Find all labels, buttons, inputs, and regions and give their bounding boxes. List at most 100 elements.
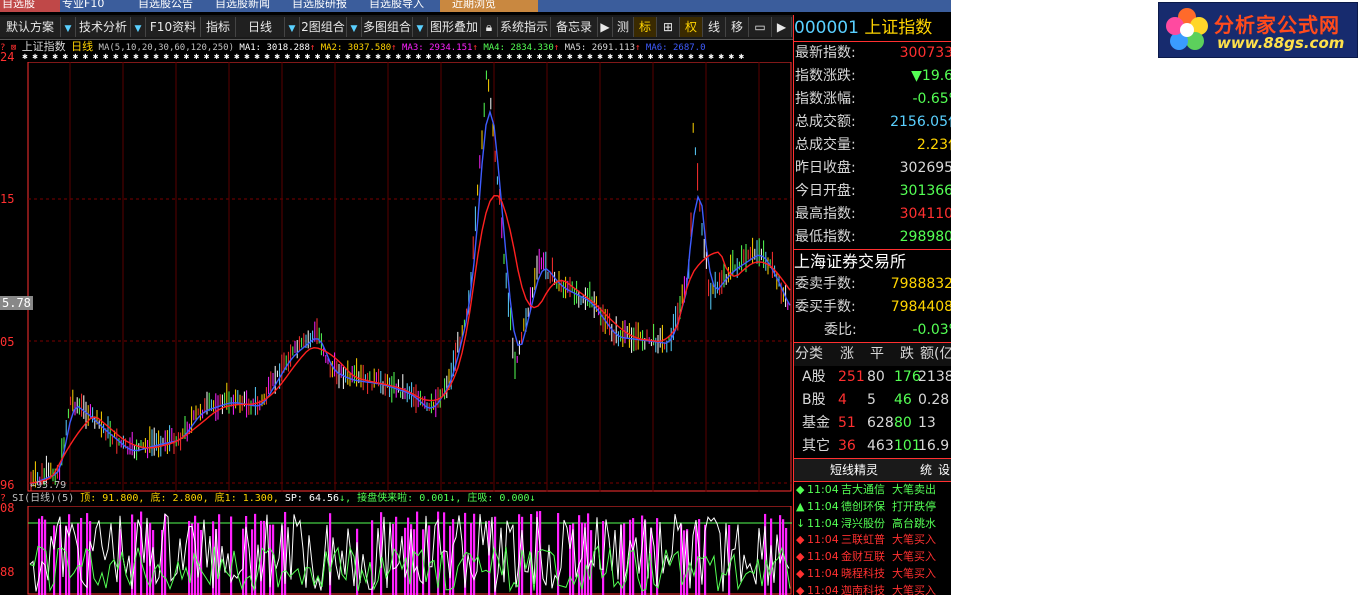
indicator-chart[interactable] — [0, 506, 792, 595]
alert-row[interactable]: ↓ 11:04 浔兴股份 高台跳水 — [794, 516, 951, 533]
quote-row-latest: 最新指数: 3007336 — [794, 42, 951, 65]
order-label: 委卖手数: — [795, 276, 856, 292]
quote-row-prev-close: 昨日收盘: 3026955 — [794, 157, 951, 180]
play-button[interactable]: ▶ — [598, 17, 613, 37]
alert-stock: 金财互联 — [841, 550, 885, 564]
category-flat: 463 — [867, 438, 894, 454]
tab-favorites-import[interactable]: 自选股导入 — [369, 0, 424, 12]
alert-event: 大笔买入 — [892, 533, 936, 547]
alert-stock: 浔兴股份 — [841, 516, 885, 530]
indicator-bar — [218, 514, 221, 595]
label: 指标 — [205, 20, 230, 34]
mark-button[interactable]: 标 — [634, 17, 657, 37]
ma6-value: MA6: 2687.0 — [645, 43, 706, 53]
two-chart-button[interactable]: 2图组合 — [300, 17, 347, 37]
y-axis-label-upper: 15 — [0, 192, 15, 206]
move-button[interactable]: 移 — [726, 17, 749, 37]
quote-label: 今日开盘: — [795, 183, 856, 199]
grid-button[interactable]: ⊞ — [657, 17, 680, 37]
category-flat: 5 — [867, 392, 876, 408]
category-up: 51 — [838, 415, 856, 431]
scheme-button[interactable]: 默认方案 — [0, 17, 61, 37]
event-markers-row: ✱ ✱ ✱ ✱ ✱ ✱ ✱ ✱ ✱ ✱ ✱ ✱ ✱ ✱ ✱ ✱ ✱ ✱ ✱ ✱ … — [22, 53, 746, 61]
alert-stock: 三联虹普 — [841, 533, 885, 547]
next-button[interactable]: ▶ — [772, 17, 792, 37]
category-up: 36 — [838, 438, 856, 454]
category-amount: 2138 — [918, 369, 951, 385]
label: 默认方案 — [5, 20, 54, 34]
alert-time: 11:04 — [807, 550, 839, 564]
site-logo: 分析家公式网 www.88gs.com — [1158, 2, 1358, 58]
tab-short-term-sprite[interactable]: 短线精灵 — [830, 459, 878, 481]
rights-button[interactable]: 权 — [680, 17, 703, 37]
chevron-down-icon: ▼ — [64, 24, 72, 34]
alert-time: 11:04 — [807, 566, 839, 580]
alert-icon: ↓ — [796, 516, 806, 530]
window-button[interactable]: ▭ — [749, 17, 772, 37]
label: 日线 — [247, 20, 272, 34]
multi-chart-dropdown[interactable]: ▼ — [413, 17, 428, 37]
quote-value: 3026955 — [899, 160, 951, 176]
alert-event: 大笔卖出 — [892, 483, 936, 496]
y-axis-label-mid: 05 — [0, 335, 15, 349]
alert-row[interactable]: ◆ 11:04 金财互联 大笔买入 — [794, 549, 951, 566]
lock-button[interactable]: 🔒︎ — [481, 17, 498, 37]
tab-favorites-research[interactable]: 自选股研报 — [292, 0, 347, 12]
ma2-value: MA2: 3037.580 — [320, 43, 392, 53]
tab-favorites-announcements[interactable]: 自选股公告 — [138, 0, 193, 12]
category-name: 其它 — [802, 438, 830, 454]
alert-row[interactable]: ▲ 11:04 德创环保 打开跌停 — [794, 499, 951, 516]
multi-chart-button[interactable]: 多图组合 — [362, 17, 413, 37]
category-up: 4 — [838, 392, 847, 408]
quote-label: 昨日收盘: — [795, 160, 856, 176]
low-price-value: 95.79 — [36, 480, 67, 491]
overlay-button[interactable]: 图形叠加 — [428, 17, 481, 37]
indicator-button[interactable]: 指标 — [201, 17, 236, 37]
indicator-bar — [41, 516, 44, 595]
alert-icon: ◆ — [796, 533, 805, 547]
f10-button[interactable]: F10资料 — [146, 17, 201, 37]
alert-time: 11:04 — [807, 483, 839, 496]
tab-settings[interactable]: 设 — [938, 459, 950, 481]
category-amount: 0.28 — [918, 392, 950, 408]
alert-row[interactable]: ◆ 11:04 三联虹普 大笔买入 — [794, 532, 951, 549]
tab-recent[interactable]: 近期浏览 — [440, 0, 538, 12]
tech-analysis-dropdown[interactable]: ▼ — [131, 17, 146, 37]
alert-row[interactable]: ◆ 11:04 吉大通信 大笔卖出 — [794, 482, 951, 499]
indicator-bar — [632, 518, 635, 595]
tab-favorites[interactable]: 自选股 — [0, 0, 60, 12]
kline-chart[interactable] — [0, 62, 792, 492]
tab-favorites-news[interactable]: 自选股新闻 — [215, 0, 270, 12]
period-dropdown[interactable]: ▼ — [285, 17, 300, 37]
alert-icon: ▲ — [796, 499, 805, 513]
security-name: 上证指数 — [864, 18, 933, 38]
quote-panel: 000001 上证指数 最新指数: 3007336 指数涨跌: ▼19.62 指数涨… — [793, 15, 951, 595]
quote-label: 指数涨跌: — [795, 68, 856, 84]
label: 2图组合 — [301, 20, 345, 34]
indicator-suck: 接盘侠来啦: 0.001 — [357, 493, 450, 504]
tech-analysis-button[interactable]: 技术分析 — [76, 17, 131, 37]
indicator-header: ? SI(日线)(5) 顶: 91.800, 底: 2.800, 底1: 1.3… — [0, 493, 536, 504]
measure-button[interactable]: 测 — [613, 17, 634, 37]
quote-label: 最新指数: — [795, 45, 856, 61]
two-chart-dropdown[interactable]: ▼ — [347, 17, 362, 37]
alert-icon: ◆ — [796, 550, 805, 564]
tab-f10[interactable]: 专业F10 — [62, 0, 104, 12]
alert-row[interactable]: ◆ 11:04 迦南科技 大笔买入 — [794, 583, 951, 595]
security-code: 000001 — [794, 18, 859, 38]
order-label: 委比: — [824, 322, 857, 338]
scheme-dropdown[interactable]: ▼ — [61, 17, 76, 37]
tab-stats[interactable]: 统 — [920, 459, 932, 481]
quote-value: 2989800 — [899, 229, 951, 245]
memo-button[interactable]: 备忘录 — [551, 17, 598, 37]
indicator-bar — [764, 513, 767, 595]
daily-button[interactable]: 日线 — [236, 17, 285, 37]
play-icon: ▶ — [600, 20, 610, 34]
system-indicator-button[interactable]: 系统指示 — [498, 17, 551, 37]
line-button[interactable]: 线 — [703, 17, 726, 37]
category-row: B股 4 5 46 0.28 — [794, 389, 951, 412]
alert-row[interactable]: ◆ 11:04 晓程科技 大笔买入 — [794, 566, 951, 583]
flower-logo-icon — [1166, 8, 1208, 50]
lock-icon: 🔒︎ — [485, 20, 493, 34]
chart-period: 日线 — [71, 40, 94, 53]
